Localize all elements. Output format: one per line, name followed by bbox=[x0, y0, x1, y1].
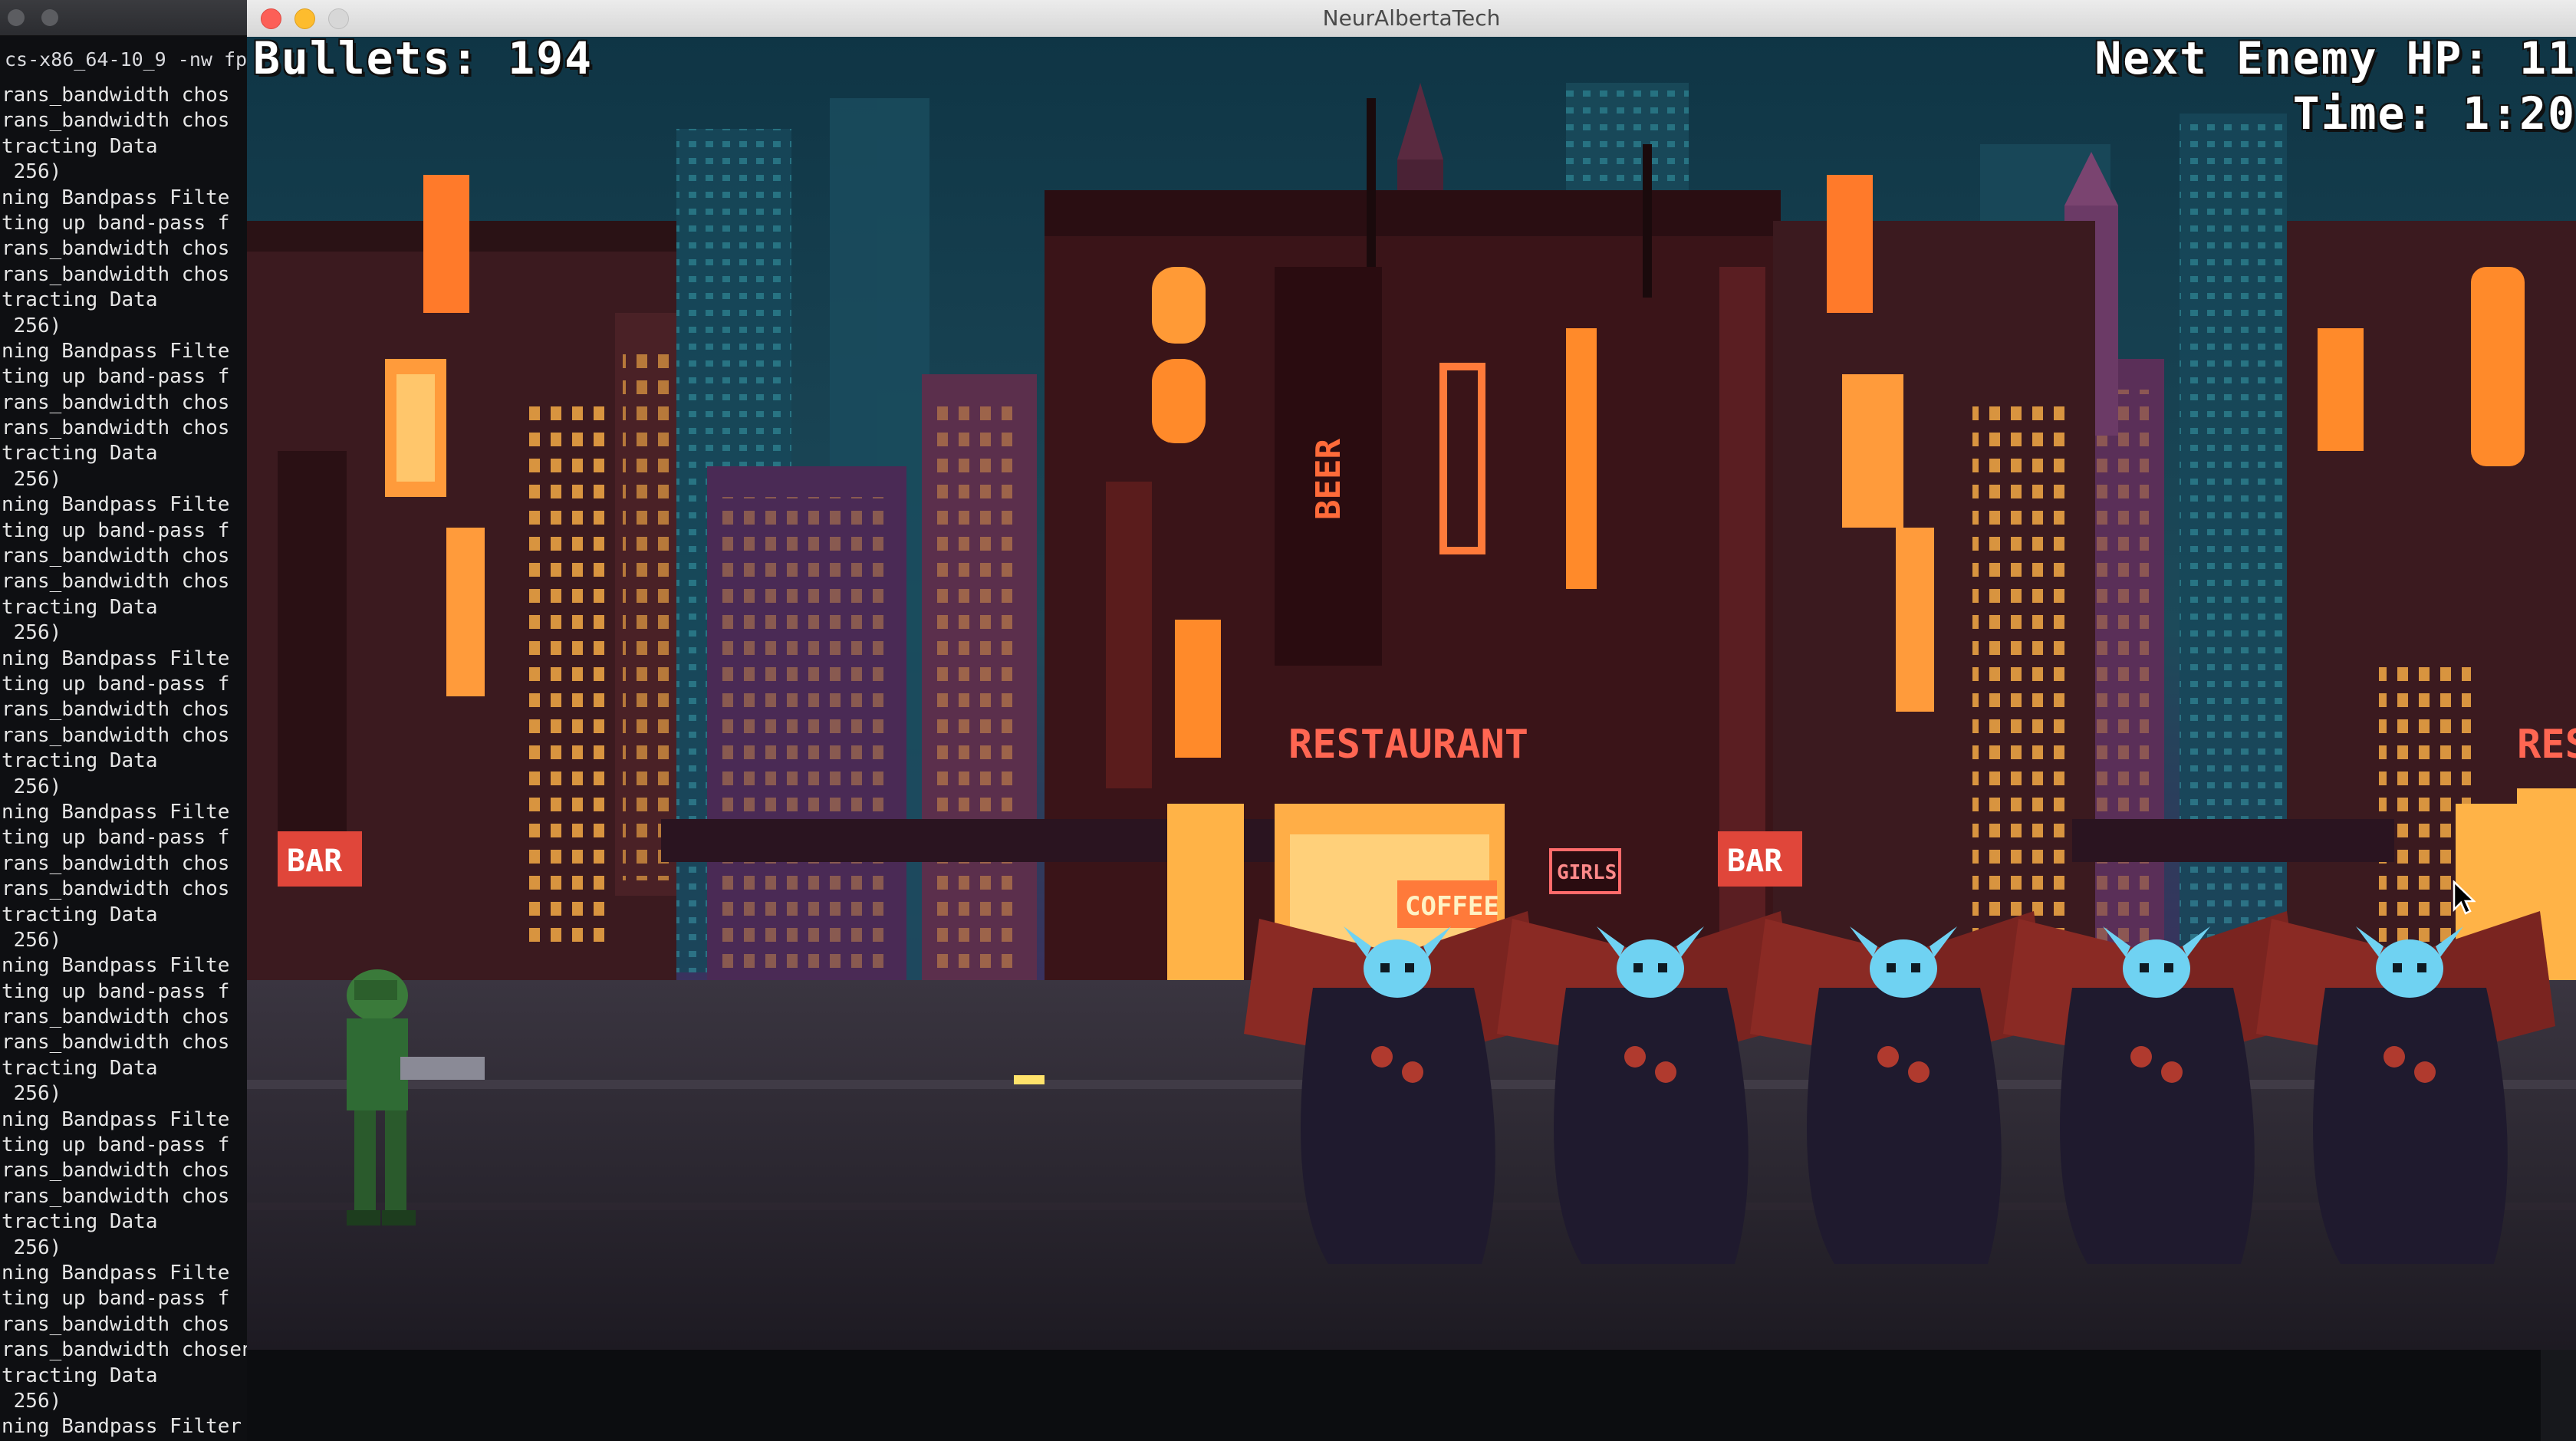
bar-sign-right: BAR bbox=[1727, 844, 1783, 879]
terminal-line: 256) bbox=[2, 1235, 62, 1259]
scrollbar[interactable] bbox=[2541, 1350, 2576, 1441]
maximize-button[interactable] bbox=[328, 8, 349, 29]
terminal-line: rans_bandwidth chos bbox=[2, 1005, 230, 1029]
terminal-line: ning Bandpass Filte bbox=[2, 1107, 230, 1131]
terminal-line: ting up band-pass f bbox=[2, 979, 230, 1003]
bar-sign-left: BAR bbox=[287, 844, 343, 879]
terminal-line: 256) bbox=[2, 1389, 62, 1413]
terminal-line: ning Bandpass Filter bbox=[2, 1415, 242, 1439]
terminal-line: ting up band-pass f bbox=[2, 672, 230, 696]
terminal-line: ting up band-pass f bbox=[2, 1133, 230, 1157]
terminal-line: tracting Data bbox=[2, 749, 158, 773]
terminal-line: 256) bbox=[2, 775, 62, 798]
terminal-line: rans_bandwidth chos bbox=[2, 544, 230, 568]
skybridge-right bbox=[2072, 819, 2394, 862]
terminal-line: rans_bandwidth chos bbox=[2, 84, 230, 107]
terminal-minimize-button[interactable] bbox=[41, 9, 58, 26]
terminal-line: rans_bandwidth chos bbox=[2, 109, 230, 133]
terminal-line: tracting Data bbox=[2, 595, 158, 619]
terminal-line: rans_bandwidth chos bbox=[2, 851, 230, 875]
timer: Time: 1:20 bbox=[2292, 87, 2576, 140]
terminal-line: tracting Data bbox=[2, 442, 158, 466]
terminal-line: ning Bandpass Filte bbox=[2, 646, 230, 670]
left-building bbox=[247, 175, 676, 1064]
terminal-line: tracting Data bbox=[2, 1056, 158, 1080]
terminal-line: rans_bandwidth chos bbox=[2, 1159, 230, 1183]
terminal-line: rans_bandwidth chosen to be 3.0 Hz bbox=[2, 1338, 247, 1362]
close-button[interactable] bbox=[261, 8, 281, 29]
terminal-output: rans_bandwidth chos rans_bandwidth chos tr… bbox=[0, 83, 247, 1440]
terminal-line: tracting Data bbox=[2, 903, 158, 926]
terminal-line: ting up band-pass f bbox=[2, 518, 230, 542]
terminal-line: rans_bandwidth chos bbox=[2, 237, 230, 261]
bottom-bar bbox=[247, 1350, 2576, 1441]
terminal-line: ning Bandpass Filte bbox=[2, 493, 230, 517]
terminal-line: rans_bandwidth chos bbox=[2, 723, 230, 747]
terminal-line: tracting Data bbox=[2, 288, 158, 312]
window-title: NeurAlbertaTech bbox=[1322, 5, 1501, 31]
terminal-line: rans_bandwidth chos bbox=[2, 416, 230, 440]
terminal-line: ning Bandpass Filte bbox=[2, 339, 230, 363]
terminal-line: tracting Data bbox=[2, 1364, 158, 1387]
next-enemy-hp: Next Enemy HP: 11 bbox=[2094, 32, 2576, 84]
res-sign: RES bbox=[2517, 722, 2576, 768]
terminal-line: 256) bbox=[2, 314, 62, 337]
terminal-line: ting up band-pass f bbox=[2, 211, 230, 235]
girls-sign: GIRLS bbox=[1557, 861, 1617, 884]
enemy-group bbox=[1244, 911, 2555, 1264]
game-canvas[interactable]: BEER RESTAURANT COFFEE GIRLS BAR BAR RES bbox=[247, 37, 2576, 1350]
terminal-close-button[interactable] bbox=[8, 9, 25, 26]
minimize-button[interactable] bbox=[294, 8, 315, 29]
terminal-line: ning Bandpass Filte bbox=[2, 800, 230, 824]
bullets-counter: Bullets: 194 bbox=[253, 32, 594, 84]
terminal-line: 256) bbox=[2, 621, 62, 645]
terminal-line: rans_bandwidth chos bbox=[2, 1184, 230, 1208]
terminal-line: 256) bbox=[2, 160, 62, 184]
terminal-line: rans_bandwidth chos bbox=[2, 390, 230, 414]
terminal-line: tracting Data bbox=[2, 1210, 158, 1234]
terminal-line: rans_bandwidth chos bbox=[2, 1031, 230, 1054]
terminal-line: 256) bbox=[2, 1082, 62, 1106]
beer-sign: BEER bbox=[1309, 439, 1348, 520]
terminal-line: ning Bandpass Filte bbox=[2, 186, 230, 209]
terminal-line: rans_bandwidth chos bbox=[2, 698, 230, 722]
terminal-line: ting up band-pass f bbox=[2, 826, 230, 850]
terminal-line: rans_bandwidth chos bbox=[2, 570, 230, 594]
coffee-sign: COFFEE bbox=[1405, 891, 1499, 922]
terminal-line: ning Bandpass Filte bbox=[2, 1261, 230, 1285]
terminal-line: rans_bandwidth chos bbox=[2, 1312, 230, 1336]
terminal-line: rans_bandwidth chos bbox=[2, 262, 230, 286]
bullet-projectile bbox=[1014, 1075, 1045, 1084]
game-window[interactable]: NeurAlbertaTech BEER RESTAURANT COFFEE G… bbox=[247, 0, 2576, 1350]
terminal-line: 256) bbox=[2, 928, 62, 952]
terminal-titlebar[interactable] bbox=[0, 0, 247, 36]
terminal-line: 256) bbox=[2, 467, 62, 491]
terminal-line: ning Bandpass Filte bbox=[2, 954, 230, 978]
terminal-line: ting up band-pass f bbox=[2, 365, 230, 389]
terminal-line: ting up band-pass f bbox=[2, 1287, 230, 1311]
terminal-window[interactable]: cs-x86_64-10_9 -nw fps rans_bandwidth ch… bbox=[0, 0, 247, 1441]
restaurant-sign: RESTAURANT bbox=[1288, 722, 1528, 768]
terminal-line: tracting Data bbox=[2, 134, 158, 158]
terminal-line: rans_bandwidth chos bbox=[2, 877, 230, 901]
mouse-cursor-icon bbox=[2453, 880, 2476, 915]
terminal-tab-title[interactable]: cs-x86_64-10_9 -nw fps bbox=[0, 43, 247, 77]
